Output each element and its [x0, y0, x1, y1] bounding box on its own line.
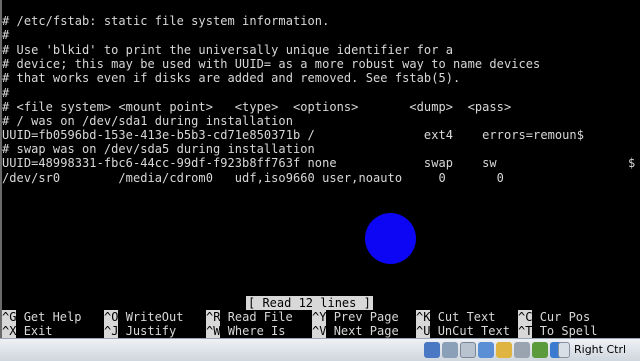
disk-icon[interactable] — [424, 342, 440, 358]
shortcut-where-is[interactable]: ^W Where Is — [206, 324, 285, 338]
text-line[interactable]: # <file system> <mount point> <type> <op… — [2, 100, 511, 114]
shortcut-justify[interactable]: ^J Justify — [104, 324, 176, 338]
text-line[interactable]: UUID=fb0596bd-153e-413e-b5b3-cd71e850371… — [2, 128, 584, 142]
shortcut-cut-text[interactable]: ^K Cut Text — [416, 310, 495, 324]
text-line[interactable]: # / was on /dev/sda1 during installation — [2, 114, 293, 128]
text-line[interactable]: # device; this may be used with UUID= as… — [2, 57, 540, 71]
text-line[interactable]: # swap was on /dev/sda5 during installat… — [2, 142, 315, 156]
shortcut-writeout[interactable]: ^O WriteOut — [104, 310, 183, 324]
text-line[interactable]: # — [2, 86, 9, 100]
shortcut-next-page[interactable]: ^V Next Page — [312, 324, 399, 338]
network-icon[interactable] — [442, 342, 458, 358]
text-line[interactable]: # /etc/fstab: static file system informa… — [2, 14, 329, 28]
shortcut-uncut-text[interactable]: ^U UnCut Text — [416, 324, 510, 338]
shortcut-to-spell[interactable]: ^T To Spell — [518, 324, 597, 338]
shortcut-prev-page[interactable]: ^Y Prev Page — [312, 310, 399, 324]
status-message: [ Read 12 lines ] — [246, 296, 373, 310]
cursor-dot — [365, 213, 416, 264]
gear-icon[interactable] — [558, 342, 570, 358]
folder-icon[interactable] — [496, 342, 512, 358]
shortcut-cur-pos[interactable]: ^C Cur Pos — [518, 310, 590, 324]
vm-status-bar: Right Ctrl — [0, 338, 640, 361]
pen-icon[interactable] — [460, 342, 476, 358]
shortcut-read-file[interactable]: ^R Read File — [206, 310, 293, 324]
text-line[interactable]: # Use 'blkid' to print the universally u… — [2, 43, 453, 57]
nano-editor[interactable]: # /etc/fstab: static file system informa… — [0, 0, 640, 338]
shortcut-exit[interactable]: ^X Exit — [2, 324, 53, 338]
line-overflow-marker: $ — [628, 156, 636, 170]
text-line[interactable]: # that works even if disks are added and… — [2, 71, 460, 85]
display-icon[interactable] — [478, 342, 494, 358]
host-key-label: Right Ctrl — [574, 343, 627, 356]
text-line[interactable]: UUID=48998331-fbc6-44cc-99df-f923b8ff763… — [2, 156, 497, 170]
shortcut-get-help[interactable]: ^G Get Help — [2, 310, 81, 324]
text-line[interactable]: /dev/sr0 /media/cdrom0 udf,iso9660 user,… — [2, 171, 504, 185]
screen-icon[interactable] — [532, 342, 548, 358]
text-line[interactable]: # — [2, 28, 9, 42]
monitor-icon[interactable] — [514, 342, 530, 358]
